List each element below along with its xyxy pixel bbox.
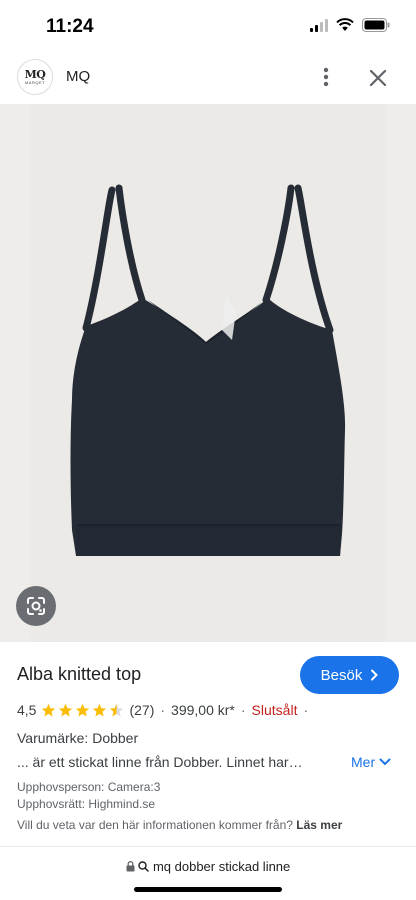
product-description: ... är ett stickat linne från Dobber. Li… [17, 754, 303, 770]
brand-line: Varumärke: Dobber [17, 730, 139, 746]
wifi-icon [336, 18, 354, 37]
url-display[interactable]: mq dobber stickad linne [0, 859, 416, 874]
rating-value: 4,5 [17, 702, 37, 718]
copyright-credit: Upphovsrätt: Highmind.se [17, 797, 156, 811]
more-button[interactable]: Mer [351, 754, 391, 770]
site-name[interactable]: MQ [66, 68, 90, 85]
kebab-icon [323, 67, 329, 87]
learn-more-link[interactable]: Läs mer [296, 818, 342, 832]
status-time: 11:24 [46, 16, 94, 37]
product-image[interactable] [0, 104, 416, 642]
status-icons [310, 18, 390, 37]
site-logo[interactable]: MQ MARQET [17, 59, 53, 95]
separator-dot: · [303, 702, 309, 718]
close-icon [369, 69, 387, 87]
star-icon [93, 703, 107, 716]
star-icon [42, 703, 56, 716]
product-image-area[interactable] [0, 104, 416, 642]
more-button-label: Mer [351, 754, 376, 770]
battery-icon [362, 18, 390, 37]
google-lens-button[interactable] [16, 586, 56, 626]
source-question: Vill du veta var den här informationen k… [17, 818, 293, 832]
search-icon [138, 861, 150, 872]
photographer-credit: Upphovsperson: Camera:3 [17, 780, 161, 794]
source-question-row: Vill du veta var den här informationen k… [17, 818, 342, 832]
more-options-button[interactable] [314, 64, 338, 90]
half-star-icon [110, 703, 124, 716]
rating-price-row: 4,5 (27) · 399,00 kr* · Slutsålt · [17, 702, 314, 718]
home-indicator[interactable] [134, 887, 282, 892]
result-header: MQ MARQET MQ [0, 56, 416, 102]
search-query: mq dobber stickad linne [152, 859, 291, 874]
lock-icon [126, 861, 135, 872]
star-icon [59, 703, 73, 716]
product-title[interactable]: Alba knitted top [17, 664, 141, 685]
separator-dot: · [160, 702, 166, 718]
chevron-down-icon [379, 758, 391, 766]
close-button[interactable] [364, 64, 392, 92]
visit-button-label: Besök [320, 666, 363, 684]
lens-icon [27, 597, 45, 615]
chevron-right-icon [371, 669, 379, 681]
status-bar: 11:24 [0, 0, 416, 52]
signal-icon [310, 18, 328, 37]
star-icon [76, 703, 90, 716]
review-count: (27) [129, 702, 155, 718]
visit-button[interactable]: Besök [300, 656, 399, 694]
price: 399,00 kr* [171, 702, 235, 718]
availability-status: Slutsålt [251, 702, 298, 718]
url-bar[interactable]: mq dobber stickad linne [0, 846, 416, 900]
logo-text: MQ [24, 67, 46, 81]
logo-subtext: MARQET [24, 79, 46, 85]
separator-dot: · [240, 702, 246, 718]
star-rating [41, 703, 125, 718]
